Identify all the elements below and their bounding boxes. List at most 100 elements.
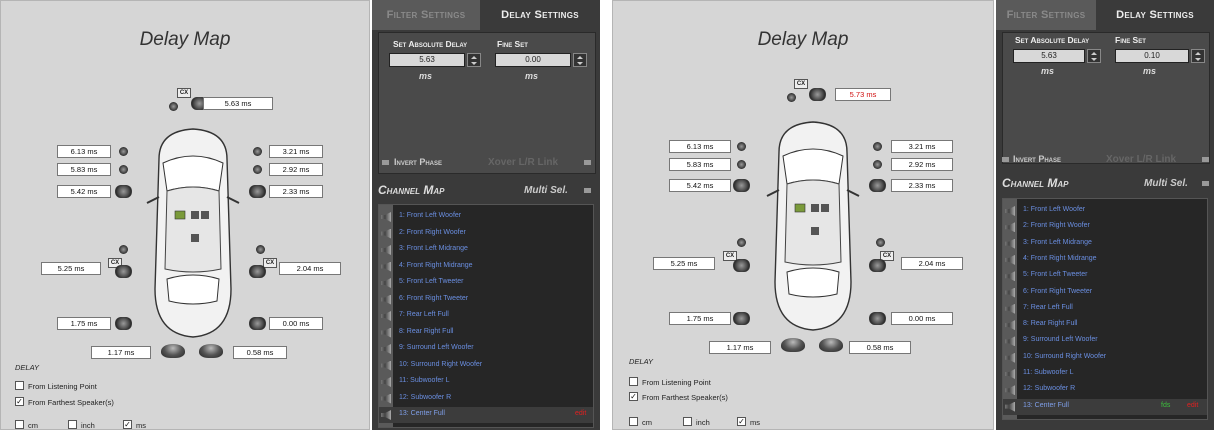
channel-row[interactable]: 8: Rear Right Full [379, 325, 593, 341]
fine-set-input[interactable]: 0.00 [495, 53, 571, 67]
front-right-mid-icon[interactable] [253, 165, 262, 174]
tab-delay-settings[interactable]: Delay Settings [480, 0, 600, 30]
channel-row[interactable]: 3: Front Left Midrange [379, 242, 593, 258]
surround-right-delay[interactable]: 2.04 ms [901, 257, 963, 270]
surround-right-tweeter-icon[interactable] [876, 238, 885, 247]
surround-left-woofer-icon[interactable] [115, 265, 132, 278]
front-left-tweeter-icon[interactable] [733, 179, 750, 192]
channel-row[interactable]: 4: Front Right Midrange [1003, 252, 1207, 268]
front-right-mid-delay[interactable]: 2.92 ms [891, 158, 953, 171]
surround-left-woofer-icon[interactable] [733, 259, 750, 272]
sub-right-delay[interactable]: 0.58 ms [849, 341, 911, 354]
channel-row[interactable]: 7: Rear Left Full [1003, 301, 1207, 317]
channel-row[interactable]: 6: Front Right Tweeter [379, 292, 593, 308]
front-left-mid-icon[interactable] [119, 165, 128, 174]
unit-cm-checkbox[interactable] [15, 420, 24, 429]
subwoofer-left-icon[interactable] [161, 344, 185, 358]
center-tweeter-icon[interactable] [169, 102, 178, 111]
subwoofer-right-icon[interactable] [819, 338, 843, 352]
channel-row[interactable]: 2: Front Right Woofer [1003, 219, 1207, 235]
front-left-mid-icon[interactable] [737, 160, 746, 169]
subwoofer-right-icon[interactable] [199, 344, 223, 358]
xover-link-toggle[interactable] [584, 160, 591, 165]
rear-left-delay[interactable]: 1.75 ms [669, 312, 731, 325]
channel-row[interactable]: 11: Subwoofer L [379, 374, 593, 390]
surround-right-delay[interactable]: 2.04 ms [279, 262, 341, 275]
front-left-woofer-delay[interactable]: 6.13 ms [669, 140, 731, 153]
front-left-woofer-icon[interactable] [119, 147, 128, 156]
channel-row[interactable]: 1: Front Left Woofer [1003, 203, 1207, 219]
rear-right-speaker-icon[interactable] [869, 312, 886, 325]
front-left-woofer-delay[interactable]: 6.13 ms [57, 145, 111, 158]
channel-row[interactable]: 7: Rear Left Full [379, 308, 593, 324]
front-right-tweeter-delay[interactable]: 2.33 ms [891, 179, 953, 192]
front-right-tweeter-icon[interactable] [249, 185, 266, 198]
center-tweeter-icon[interactable] [787, 93, 796, 102]
sub-left-delay[interactable]: 1.17 ms [91, 346, 151, 359]
sub-right-delay[interactable]: 0.58 ms [233, 346, 287, 359]
edit-button[interactable]: edit [1187, 402, 1198, 409]
channel-row[interactable]: 2: Front Right Woofer [379, 226, 593, 242]
channel-row[interactable]: 1: Front Left Woofer [379, 209, 593, 225]
edit-button[interactable]: edit [575, 410, 586, 417]
sub-left-delay[interactable]: 1.17 ms [709, 341, 771, 354]
surround-left-delay[interactable]: 5.25 ms [653, 257, 715, 270]
channel-row[interactable]: 10: Surround Right Woofer [379, 358, 593, 374]
invert-phase-toggle[interactable] [382, 160, 389, 165]
surround-left-tweeter-icon[interactable] [737, 238, 746, 247]
front-right-tweeter-delay[interactable]: 2.33 ms [269, 185, 323, 198]
unit-ms-checkbox[interactable]: ✓ [737, 417, 746, 426]
center-speaker-icon[interactable] [809, 88, 826, 101]
channel-row[interactable]: 3: Front Left Midrange [1003, 236, 1207, 252]
front-right-woofer-icon[interactable] [253, 147, 262, 156]
rear-right-delay[interactable]: 0.00 ms [891, 312, 953, 325]
front-right-tweeter-icon[interactable] [869, 179, 886, 192]
channel-row[interactable]: 13: Center Full fds edit [1003, 398, 1207, 415]
tab-filter-settings[interactable]: Filter Settings [372, 0, 480, 30]
rear-right-delay[interactable]: 0.00 ms [269, 317, 323, 330]
channel-row[interactable]: 9: Surround Left Woofer [379, 341, 593, 357]
front-right-woofer-delay[interactable]: 3.21 ms [891, 140, 953, 153]
tab-filter-settings[interactable]: Filter Settings [996, 0, 1096, 30]
front-right-mid-icon[interactable] [873, 160, 882, 169]
channel-row[interactable]: 10: Surround Right Woofer [1003, 350, 1207, 366]
channel-row[interactable]: 8: Rear Right Full [1003, 317, 1207, 333]
channel-row[interactable]: 13: Center Full edit [379, 407, 593, 423]
rear-left-speaker-icon[interactable] [115, 317, 132, 330]
channel-row[interactable]: 5: Front Left Tweeter [379, 275, 593, 291]
from-farthest-speaker-checkbox[interactable]: ✓ [629, 392, 638, 401]
abs-delay-input[interactable]: 5.63 [389, 53, 465, 67]
front-left-mid-delay[interactable]: 5.83 ms [57, 163, 111, 176]
abs-delay-stepper[interactable] [467, 53, 481, 67]
abs-delay-input[interactable]: 5.63 [1013, 49, 1085, 63]
front-left-mid-delay[interactable]: 5.83 ms [669, 158, 731, 171]
xover-link-toggle[interactable] [1202, 157, 1209, 162]
surround-right-woofer-icon[interactable] [869, 259, 886, 272]
front-left-woofer-icon[interactable] [737, 142, 746, 151]
fds-button[interactable]: fds [1161, 402, 1170, 409]
front-right-woofer-icon[interactable] [873, 142, 882, 151]
from-farthest-speaker-checkbox[interactable]: ✓ [15, 397, 24, 406]
channel-row[interactable]: 11: Subwoofer L [1003, 366, 1207, 382]
tab-delay-settings[interactable]: Delay Settings [1096, 0, 1214, 30]
center-delay-field[interactable]: 5.63 ms [203, 97, 273, 110]
rear-right-speaker-icon[interactable] [249, 317, 266, 330]
from-listening-point-checkbox[interactable] [629, 377, 638, 386]
rear-left-delay[interactable]: 1.75 ms [57, 317, 111, 330]
surround-right-woofer-icon[interactable] [249, 265, 266, 278]
from-listening-point-checkbox[interactable] [15, 381, 24, 390]
front-left-tweeter-icon[interactable] [115, 185, 132, 198]
unit-cm-checkbox[interactable] [629, 417, 638, 426]
front-right-mid-delay[interactable]: 2.92 ms [269, 163, 323, 176]
invert-phase-toggle[interactable] [1002, 157, 1009, 162]
multi-select-toggle[interactable] [584, 188, 591, 193]
unit-ms-checkbox[interactable]: ✓ [123, 420, 132, 429]
center-delay-field[interactable]: 5.73 ms [835, 88, 891, 101]
fine-set-stepper[interactable] [573, 53, 587, 67]
unit-inch-checkbox[interactable] [68, 420, 77, 429]
fine-set-stepper[interactable] [1191, 49, 1205, 63]
channel-row[interactable]: 9: Surround Left Woofer [1003, 333, 1207, 349]
channel-row[interactable]: 4: Front Right Midrange [379, 259, 593, 275]
channel-row[interactable]: 12: Subwoofer R [1003, 382, 1207, 398]
multi-select-toggle[interactable] [1202, 181, 1209, 186]
